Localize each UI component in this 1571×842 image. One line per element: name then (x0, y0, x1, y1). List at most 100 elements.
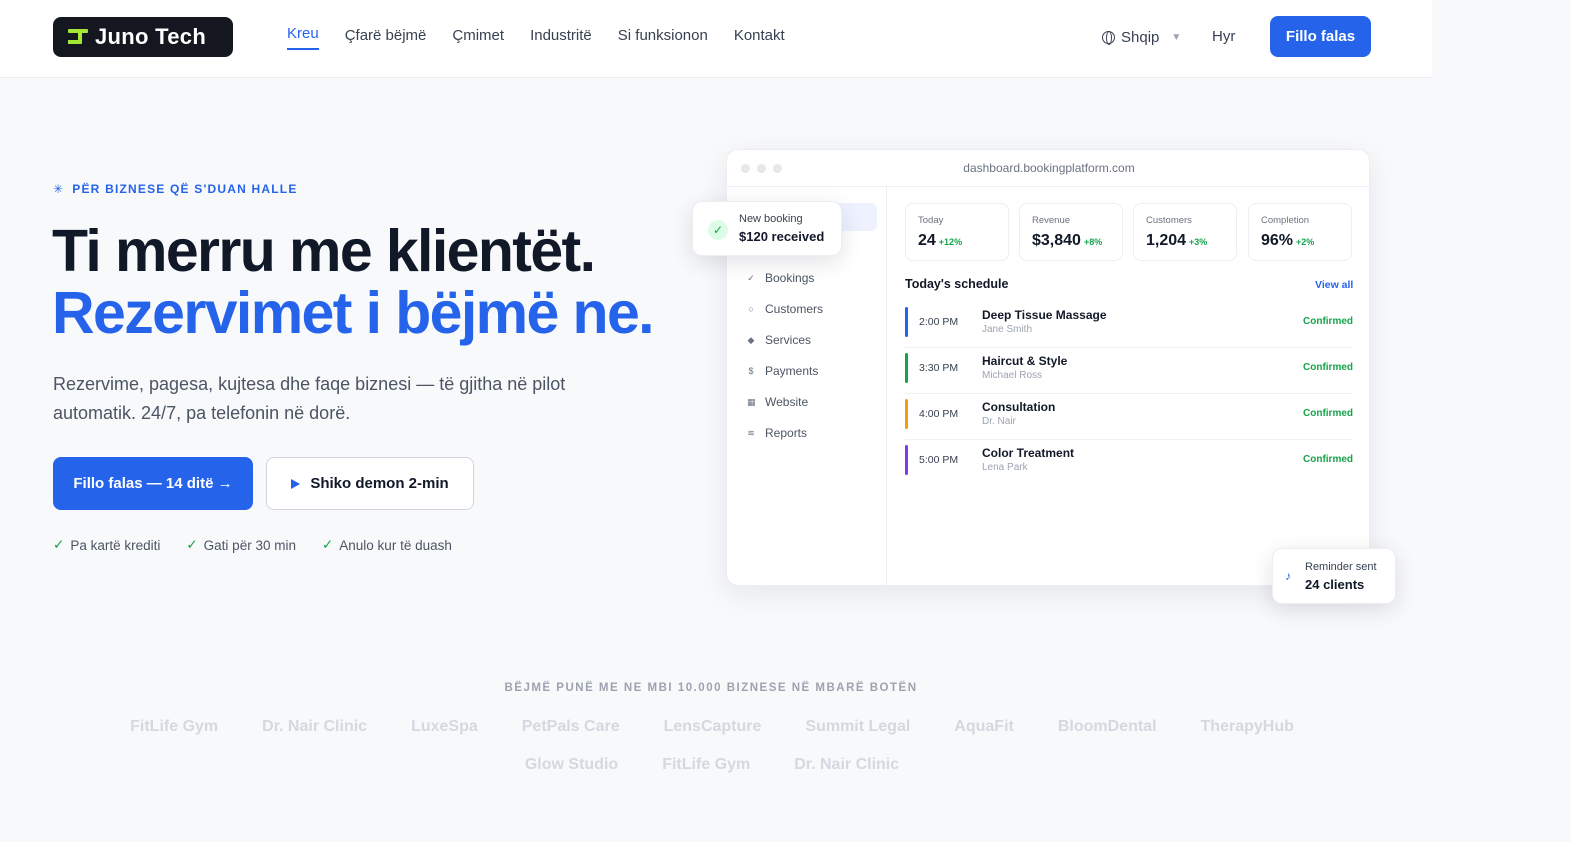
row-time: 2:00 PM (919, 316, 959, 328)
music-note-icon: ♪ (1285, 569, 1291, 583)
user-icon: ○ (748, 304, 754, 314)
schedule-row[interactable]: 4:00 PM Consultation Dr. Nair Confirmed (905, 394, 1353, 440)
stat-label: Customers (1146, 215, 1192, 226)
logo[interactable]: Juno Tech (53, 17, 233, 57)
schedule-title: Today's schedule (905, 277, 1009, 291)
sidebar-item-customers[interactable]: ○ Customers (747, 302, 823, 316)
nav-link-industries[interactable]: Industritë (530, 27, 592, 50)
customer-logos: FitLife Gym Dr. Nair Clinic LuxeSpa PetP… (77, 718, 1347, 774)
sidebar-item-services[interactable]: ◆ Services (747, 333, 811, 347)
browser-bar: dashboard.bookingplatform.com (727, 150, 1371, 187)
stat-value: 24 +12% (918, 232, 963, 249)
row-color-bar (905, 399, 908, 429)
stat-label: Revenue (1032, 215, 1071, 226)
chevron-down-icon: ▼ (1171, 32, 1182, 43)
stat-card-revenue: Revenue $3,840 +8% (1019, 203, 1123, 261)
row-client: Jane Smith (982, 324, 1033, 335)
grid-icon: ▦ (747, 396, 756, 407)
language-selector[interactable]: Shqip ▼ (1102, 29, 1181, 46)
row-color-bar (905, 445, 908, 475)
view-all-link[interactable]: View all (1315, 279, 1353, 291)
globe-icon (1102, 31, 1115, 45)
stat-card-customers: Customers 1,204 +3% (1133, 203, 1237, 261)
nav-link-home[interactable]: Kreu (287, 25, 319, 50)
perk-label: Pa kartë krediti (70, 537, 161, 553)
new-booking-toast: ✓ New booking $120 received (692, 201, 842, 256)
customer-logo: FitLife Gym (130, 718, 219, 735)
row-status: Confirmed (1303, 454, 1353, 465)
customer-logo: LuxeSpa (411, 718, 478, 735)
stat-value: $3,840 +8% (1032, 232, 1103, 249)
perk-item: ✓ Anulo kur të duash (322, 537, 452, 553)
row-service: Consultation (982, 400, 1056, 414)
reports-icon: ≋ (747, 427, 755, 438)
schedule-row[interactable]: 2:00 PM Deep Tissue Massage Jane Smith C… (905, 302, 1353, 348)
stat-delta: +2% (1296, 237, 1315, 247)
browser-url: dashboard.bookingplatform.com (963, 161, 1135, 175)
row-status: Confirmed (1303, 362, 1353, 373)
sidebar-item-label: Bookings (765, 271, 815, 285)
perk-item: ✓ Gati për 30 min (186, 537, 296, 553)
logo-text: Juno Tech (95, 24, 207, 49)
start-trial-button[interactable]: Fillo falas — 14 ditë → (53, 457, 253, 510)
watch-demo-button[interactable]: Shiko demon 2-min (266, 457, 474, 510)
sidebar-item-payments[interactable]: $ Payments (747, 364, 818, 378)
dollar-icon: $ (748, 366, 754, 376)
row-service: Haircut & Style (982, 354, 1068, 368)
toast-label: New booking (739, 213, 803, 225)
login-link[interactable]: Hyr (1212, 28, 1235, 45)
sidebar-item-bookings[interactable]: ✓ Bookings (747, 271, 814, 285)
hero-title-line2: Rezervimet i bëjmë ne. (52, 280, 655, 346)
watch-demo-label: Shiko demon 2-min (310, 475, 449, 492)
perk-label: Gati për 30 min (203, 537, 296, 553)
nav-link-what-we-do[interactable]: Çfarë bëjmë (345, 27, 427, 50)
stat-value: 96% +2% (1261, 232, 1315, 249)
toast-value: $120 received (739, 229, 825, 244)
toast-value: 24 clients (1305, 577, 1365, 592)
check-icon: ✓ (186, 537, 198, 552)
play-icon (291, 478, 301, 489)
stat-label: Completion (1261, 215, 1310, 226)
customer-logo: AquaFit (954, 718, 1014, 735)
row-client: Dr. Nair (982, 416, 1016, 427)
customer-logo: LensCapture (663, 718, 762, 735)
row-client: Lena Park (982, 462, 1028, 473)
row-status: Confirmed (1303, 408, 1353, 419)
sidebar-item-label: Reports (765, 426, 808, 440)
schedule-row[interactable]: 3:30 PM Haircut & Style Michael Ross Con… (905, 348, 1353, 394)
row-service: Deep Tissue Massage (982, 308, 1107, 322)
row-time: 5:00 PM (919, 454, 959, 466)
row-time: 4:00 PM (919, 408, 959, 420)
schedule-row[interactable]: 5:00 PM Color Treatment Lena Park Confir… (905, 440, 1353, 486)
nav-link-contact[interactable]: Kontakt (734, 27, 785, 50)
check-icon: ✓ (53, 537, 65, 552)
stat-card-today: Today 24 +12% (905, 203, 1009, 261)
stat-label: Today (918, 215, 944, 226)
perk-item: ✓ Pa kartë krediti (53, 537, 160, 553)
sidebar-item-website[interactable]: ▦ Website (747, 395, 808, 409)
sidebar-item-label: Customers (765, 302, 824, 316)
start-free-button[interactable]: Fillo falas (1270, 16, 1371, 57)
row-client: Michael Ross (982, 370, 1043, 381)
check-icon: ✓ (708, 220, 728, 240)
sidebar-item-reports[interactable]: ≋ Reports (747, 426, 807, 440)
sidebar-item-label: Website (765, 395, 809, 409)
stat-delta: +8% (1083, 237, 1103, 247)
row-color-bar (905, 307, 908, 337)
customer-logo: BloomDental (1057, 718, 1157, 735)
row-time: 3:30 PM (919, 362, 959, 374)
customer-logo: Summit Legal (805, 718, 911, 735)
perk-label: Anulo kur të duash (339, 537, 452, 553)
customer-logo: Dr. Nair Clinic (794, 756, 900, 773)
row-status: Confirmed (1303, 316, 1353, 327)
language-label: Shqip (1121, 29, 1160, 46)
stat-delta: +12% (938, 237, 963, 247)
customer-logo: PetPals Care (521, 718, 620, 735)
row-color-bar (905, 353, 908, 383)
nav-link-pricing[interactable]: Çmimet (452, 27, 504, 50)
stat-delta: +3% (1189, 237, 1208, 247)
logo-mark-icon (65, 26, 91, 48)
customer-logo: Glow Studio (524, 756, 619, 773)
hero-eyebrow: ✳ PËR BIZNESE QË S'DUAN HALLE (53, 182, 298, 196)
nav-link-how-it-works[interactable]: Si funksionon (618, 27, 708, 50)
